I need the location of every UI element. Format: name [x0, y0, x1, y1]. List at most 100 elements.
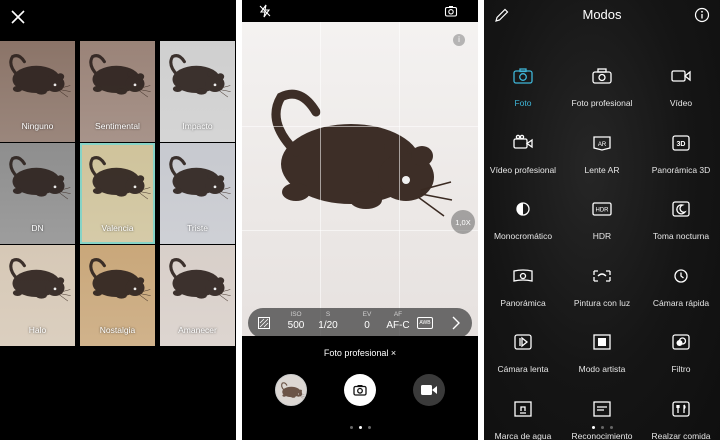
mode-label: Filtro: [671, 364, 691, 374]
mode-item[interactable]: 3D Panorámica 3D: [642, 127, 720, 194]
camera-icon: [353, 385, 367, 396]
subject-mouse: [256, 82, 456, 232]
filter-tile[interactable]: Impacto: [160, 41, 235, 142]
pro-control-label: AF: [393, 311, 403, 318]
mode-item[interactable]: Realzar comida: [642, 393, 720, 440]
pro-control-ev[interactable]: EV 0: [354, 311, 380, 331]
page-dot: [591, 426, 595, 429]
grid-line: [242, 126, 478, 127]
filter-tile[interactable]: DN: [0, 143, 75, 244]
chevron-right-icon[interactable]: [451, 315, 461, 331]
document-scan-icon: [590, 399, 614, 419]
filter-tile[interactable]: Sentimental: [80, 41, 155, 142]
mode-item[interactable]: Panorámica: [484, 260, 562, 327]
page-dot: [349, 426, 353, 429]
mode-item[interactable]: Monocromático: [484, 193, 562, 260]
filter-label: Triste: [187, 223, 208, 233]
info-icon[interactable]: [694, 7, 710, 23]
watermark-icon: [511, 399, 535, 419]
pro-control-value: 500: [287, 320, 305, 331]
mode-label: Realzar comida: [651, 430, 711, 440]
mode-item[interactable]: Reconocimiento: [562, 393, 642, 440]
gallery-thumbnail[interactable]: [275, 374, 307, 406]
grid-line: [320, 22, 321, 336]
switch-camera-icon[interactable]: [444, 4, 458, 18]
pro-control-shutter[interactable]: S 1/20: [315, 311, 341, 331]
panorama-icon: [511, 266, 535, 286]
filter-tile[interactable]: Triste: [160, 143, 235, 244]
artist-icon: [590, 332, 614, 352]
video-icon: [669, 66, 693, 86]
pro-video-icon: [511, 133, 535, 153]
page-dot: [367, 426, 371, 429]
filter-preview-mouse: [4, 253, 72, 309]
mode-label: Foto profesional: [571, 98, 633, 108]
filter-preview-mouse: [4, 151, 72, 207]
mode-label: Vídeo: [669, 98, 693, 108]
filter-label: Sentimental: [95, 121, 140, 131]
slow-motion-icon: [511, 332, 535, 352]
viewfinder[interactable]: i 1,0X ISO 500 S 1/20 EV 0 AF AF-C AWB: [242, 22, 478, 336]
mode-item[interactable]: Vídeo: [642, 60, 720, 127]
filter-tile[interactable]: Ninguno: [0, 41, 75, 142]
3d-icon: 3D: [669, 133, 693, 153]
filter-tile[interactable]: Amanecer: [160, 245, 235, 346]
filter-preview-mouse: [84, 49, 152, 105]
modes-panel: Modos Foto Foto profesional Vídeo Vídeo pro…: [484, 0, 720, 440]
filters-panel: Ninguno Sentimental Impacto DN Valencia Trist…: [0, 0, 236, 440]
mode-item[interactable]: Filtro: [642, 326, 720, 393]
metering-icon[interactable]: [257, 316, 271, 330]
filter-preview-mouse: [84, 151, 152, 207]
filter-icon: [669, 332, 693, 352]
page-dot: [609, 426, 613, 429]
pro-control-label: ISO: [290, 311, 302, 318]
filter-tile[interactable]: Halo: [0, 245, 75, 346]
mode-label[interactable]: Foto profesional ×: [242, 348, 478, 358]
zoom-button[interactable]: 1,0X: [451, 210, 475, 234]
flash-off-icon[interactable]: [258, 4, 272, 18]
filter-preview-mouse: [4, 49, 72, 105]
mode-item[interactable]: Toma nocturna: [642, 193, 720, 260]
filter-label: DN: [31, 223, 44, 233]
mode-item[interactable]: Foto profesional: [562, 60, 642, 127]
mode-label: HDR: [592, 231, 612, 241]
mode-item[interactable]: Cámara rápida: [642, 260, 720, 327]
mode-item[interactable]: AR Lente AR: [562, 127, 642, 194]
mode-item[interactable]: Modo artista: [562, 326, 642, 393]
mode-item[interactable]: Foto: [484, 60, 562, 127]
filter-label: Valencia: [101, 223, 134, 233]
page-indicator: [484, 426, 720, 429]
svg-text:AR: AR: [598, 142, 607, 148]
mode-item[interactable]: Cámara lenta: [484, 326, 562, 393]
filter-tile[interactable]: Valencia: [80, 143, 155, 244]
mode-label: Panorámica 3D: [651, 164, 711, 175]
light-painting-icon: [590, 266, 614, 286]
filter-label: Halo: [28, 325, 47, 335]
filter-label: Ninguno: [21, 121, 54, 131]
pro-control-value: 0: [364, 320, 370, 331]
page-title: Modos: [582, 7, 622, 22]
camera-icon: [511, 66, 535, 86]
mode-item[interactable]: HDR HDR: [562, 193, 642, 260]
camera-panel: i 1,0X ISO 500 S 1/20 EV 0 AF AF-C AWB F…: [242, 0, 478, 440]
mode-item[interactable]: Vídeo profesional: [484, 127, 562, 194]
shutter-button[interactable]: [344, 374, 376, 406]
pro-control-value: AF-C: [386, 320, 410, 331]
pro-control-iso[interactable]: ISO 500: [283, 311, 309, 331]
pro-control-af[interactable]: AF AF-C: [385, 311, 411, 331]
video-button[interactable]: [413, 374, 445, 406]
monochrome-icon: [511, 199, 535, 219]
close-icon[interactable]: [6, 5, 30, 29]
svg-text:HDR: HDR: [596, 208, 610, 214]
white-balance-icon[interactable]: AWB: [417, 317, 433, 329]
filter-preview-mouse: [164, 49, 232, 105]
info-icon[interactable]: i: [453, 34, 465, 46]
night-icon: [669, 199, 693, 219]
time-lapse-icon: [669, 266, 693, 286]
filter-label: Impacto: [182, 121, 213, 131]
filter-tile[interactable]: Nostalgia: [80, 245, 155, 346]
mode-item[interactable]: Marca de agua: [484, 393, 562, 440]
svg-text:3D: 3D: [677, 141, 686, 148]
mode-item[interactable]: Pintura con luz: [562, 260, 642, 327]
filter-preview-mouse: [164, 253, 232, 309]
